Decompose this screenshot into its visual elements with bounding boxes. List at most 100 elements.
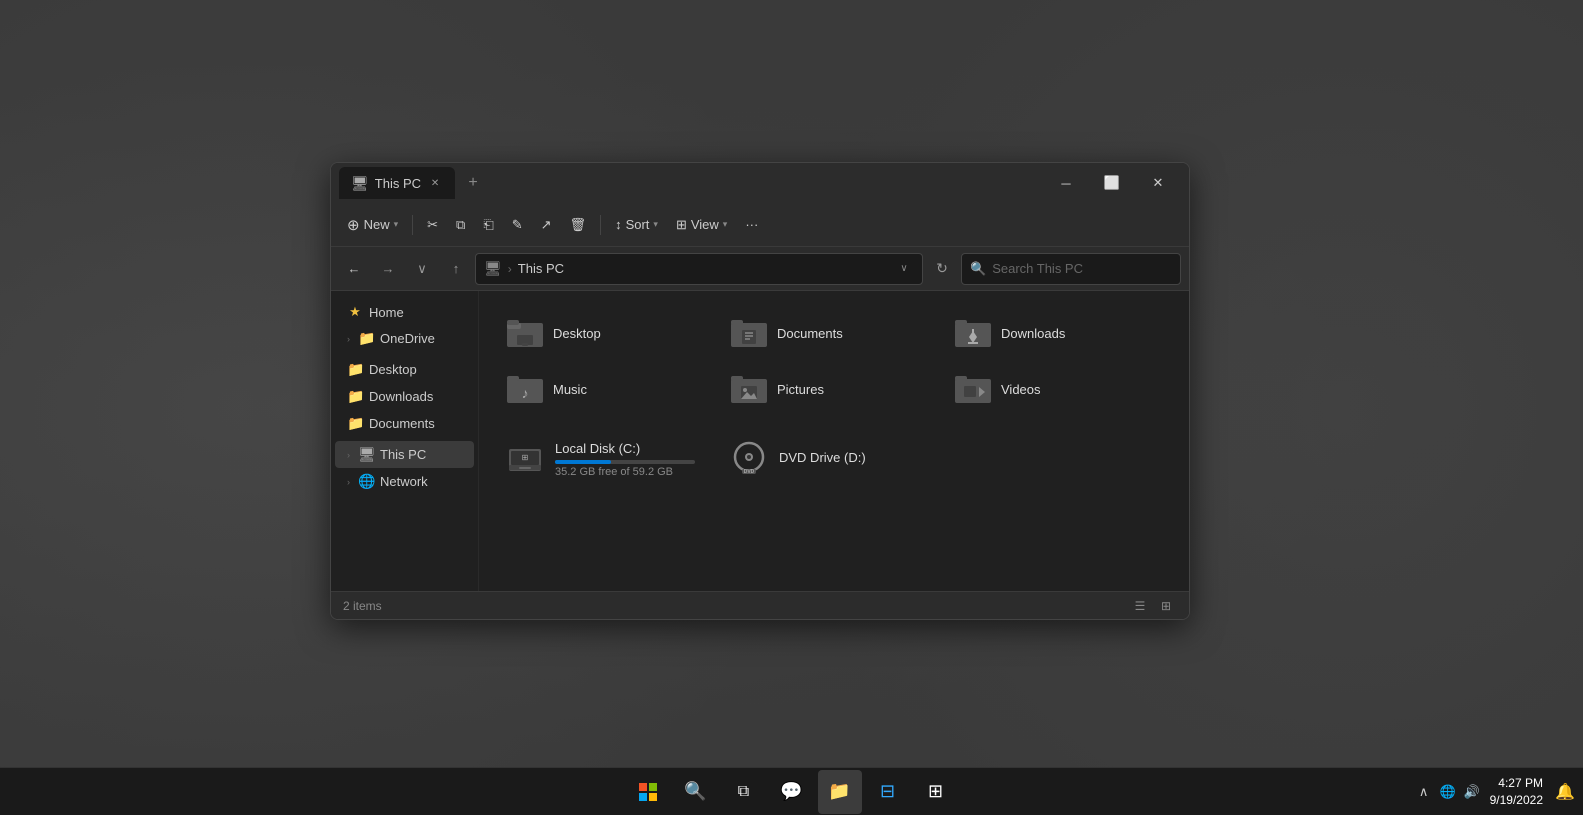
titlebar: 🖥 This PC ✕ + ─ ⬜ ✕: [331, 163, 1189, 203]
minimize-button[interactable]: ─: [1043, 167, 1089, 199]
sidebar-item-downloads[interactable]: 📁 Downloads: [335, 383, 474, 410]
taskbar-clock[interactable]: 4:27 PM 9/19/2022: [1490, 775, 1551, 809]
sidebar: ★ Home › 📁 OneDrive 📁 Desktop 📁 Download…: [331, 291, 479, 591]
copy-button[interactable]: ⧉: [448, 209, 473, 241]
volume-tray-icon[interactable]: 🔊: [1462, 782, 1482, 802]
up-button[interactable]: ↑: [441, 254, 471, 284]
content-area: ★ Home › 📁 OneDrive 📁 Desktop 📁 Download…: [331, 291, 1189, 591]
network-tray-icon[interactable]: 🌐: [1438, 782, 1458, 802]
toolbar-separator-1: [412, 215, 413, 235]
taskbar-taskview-button[interactable]: ⧉: [722, 770, 766, 814]
view-button[interactable]: ⊞ View ▾: [668, 209, 735, 241]
folder-documents[interactable]: Documents: [719, 307, 939, 359]
folder-desktop-name: Desktop: [553, 326, 601, 341]
back-button[interactable]: ←: [339, 254, 369, 284]
svg-text:♪: ♪: [522, 385, 529, 401]
svg-text:DVD: DVD: [744, 469, 755, 475]
sidebar-item-this-pc[interactable]: › 🖥 This PC: [335, 441, 474, 468]
star-icon: ★: [347, 304, 363, 320]
maximize-button[interactable]: ⬜: [1089, 167, 1135, 199]
drive-c[interactable]: ⊞ Local Disk (C:) 35.2 GB free of 59.2 G…: [495, 431, 715, 487]
sort-button[interactable]: ↕ Sort ▾: [607, 209, 666, 241]
delete-button[interactable]: 🗑: [562, 209, 595, 241]
sidebar-item-network[interactable]: › 🌐 Network: [335, 468, 474, 495]
drive-c-free: 35.2 GB free of 59.2 GB: [555, 466, 705, 478]
taskbar-teams-button[interactable]: 💬: [770, 770, 814, 814]
folder-downloads-name: Downloads: [1001, 326, 1065, 341]
folder-music-svg: ♪: [507, 373, 543, 405]
address-box[interactable]: 🖥 › This PC ∨: [475, 253, 923, 285]
sidebar-item-desktop[interactable]: 📁 Desktop: [335, 356, 474, 383]
system-tray: ∧ 🌐 🔊: [1410, 782, 1486, 802]
recent-locations-button[interactable]: ∨: [407, 254, 437, 284]
view-icon: ⊞: [676, 217, 687, 233]
search-input[interactable]: [992, 261, 1172, 276]
drive-d-icon: DVD: [729, 439, 769, 479]
taskbar-search-button[interactable]: 🔍: [674, 770, 718, 814]
paste-icon: ⎗: [483, 217, 493, 233]
refresh-button[interactable]: ↻: [927, 254, 957, 284]
tab-folder-icon: 🖥: [351, 175, 369, 192]
drive-d[interactable]: DVD DVD Drive (D:): [719, 431, 939, 487]
cut-button[interactable]: ✂: [419, 209, 446, 241]
list-view-toggle[interactable]: ☰: [1129, 595, 1151, 617]
search-box[interactable]: 🔍: [961, 253, 1181, 285]
thispc-chevron-icon: ›: [347, 450, 350, 460]
drive-c-bar-bg: [555, 460, 695, 464]
sidebar-item-home[interactable]: ★ Home: [335, 299, 474, 325]
new-label: New: [364, 217, 390, 232]
sidebar-item-onedrive[interactable]: › 📁 OneDrive: [335, 325, 474, 352]
start-icon: [639, 783, 657, 801]
drive-c-info: Local Disk (C:) 35.2 GB free of 59.2 GB: [555, 441, 705, 478]
new-button[interactable]: ⊕ New ▾: [339, 209, 406, 241]
folders-grid: Desktop Documents: [495, 307, 1173, 415]
sidebar-item-onedrive-label: OneDrive: [380, 331, 435, 346]
address-path-label: This PC: [518, 261, 564, 276]
folder-pictures-name: Pictures: [777, 382, 824, 397]
clock-time: 4:27 PM: [1498, 775, 1543, 792]
folder-pictures[interactable]: Pictures: [719, 363, 939, 415]
status-bar-right: ☰ ⊞: [1129, 595, 1177, 617]
view-chevron-icon: ▾: [723, 219, 728, 230]
close-button[interactable]: ✕: [1135, 167, 1181, 199]
taskview-icon: ⧉: [738, 783, 749, 801]
folder-videos-svg: [955, 373, 991, 405]
folder-downloads[interactable]: Downloads: [943, 307, 1163, 359]
address-bar: ← → ∨ ↑ 🖥 › This PC ∨ ↻ 🔍: [331, 247, 1189, 291]
taskbar-xbox-button[interactable]: ⊞: [914, 770, 958, 814]
folder-videos[interactable]: Videos: [943, 363, 1163, 415]
more-button[interactable]: ···: [737, 209, 766, 241]
sidebar-item-documents-label: Documents: [369, 416, 435, 431]
cut-icon: ✂: [427, 217, 438, 233]
notification-icon[interactable]: 🔔: [1555, 782, 1575, 802]
taskbar-widgets-button[interactable]: ⊟: [866, 770, 910, 814]
grid-view-toggle[interactable]: ⊞: [1155, 595, 1177, 617]
address-chevron-button[interactable]: ∨: [894, 259, 914, 279]
taskbar-center: 🔍 ⧉ 💬 📁 ⊟ ⊞: [626, 770, 958, 814]
documents-folder-icon: 📁: [347, 415, 363, 432]
new-tab-button[interactable]: +: [459, 169, 487, 197]
widgets-icon: ⊟: [880, 781, 895, 802]
rename-button[interactable]: ✎: [504, 209, 531, 241]
paste-button[interactable]: ⎗: [475, 209, 501, 241]
drive-d-svg: DVD: [729, 439, 769, 479]
tray-chevron[interactable]: ∧: [1414, 782, 1434, 802]
file-explorer-window: 🖥 This PC ✕ + ─ ⬜ ✕ ⊕ New ▾ ✂ ⧉ ⎗ ✎: [330, 162, 1190, 620]
share-button[interactable]: ↗: [533, 209, 560, 241]
drive-c-bar-fill: [555, 460, 611, 464]
start-button[interactable]: [626, 770, 670, 814]
forward-button[interactable]: →: [373, 254, 403, 284]
sidebar-item-documents[interactable]: 📁 Documents: [335, 410, 474, 437]
tab-this-pc[interactable]: 🖥 This PC ✕: [339, 167, 455, 199]
taskbar-explorer-button[interactable]: 📁: [818, 770, 862, 814]
main-area: Desktop Documents: [479, 291, 1189, 591]
folder-documents-icon: [729, 313, 769, 353]
desktop-folder-icon: 📁: [347, 361, 363, 378]
window-controls: ─ ⬜ ✕: [1043, 167, 1181, 199]
drive-c-svg: ⊞: [505, 439, 545, 479]
folder-music[interactable]: ♪ Music: [495, 363, 715, 415]
folder-videos-name: Videos: [1001, 382, 1041, 397]
tab-close-button[interactable]: ✕: [427, 175, 443, 191]
folder-desktop[interactable]: Desktop: [495, 307, 715, 359]
folder-videos-icon: [953, 369, 993, 409]
